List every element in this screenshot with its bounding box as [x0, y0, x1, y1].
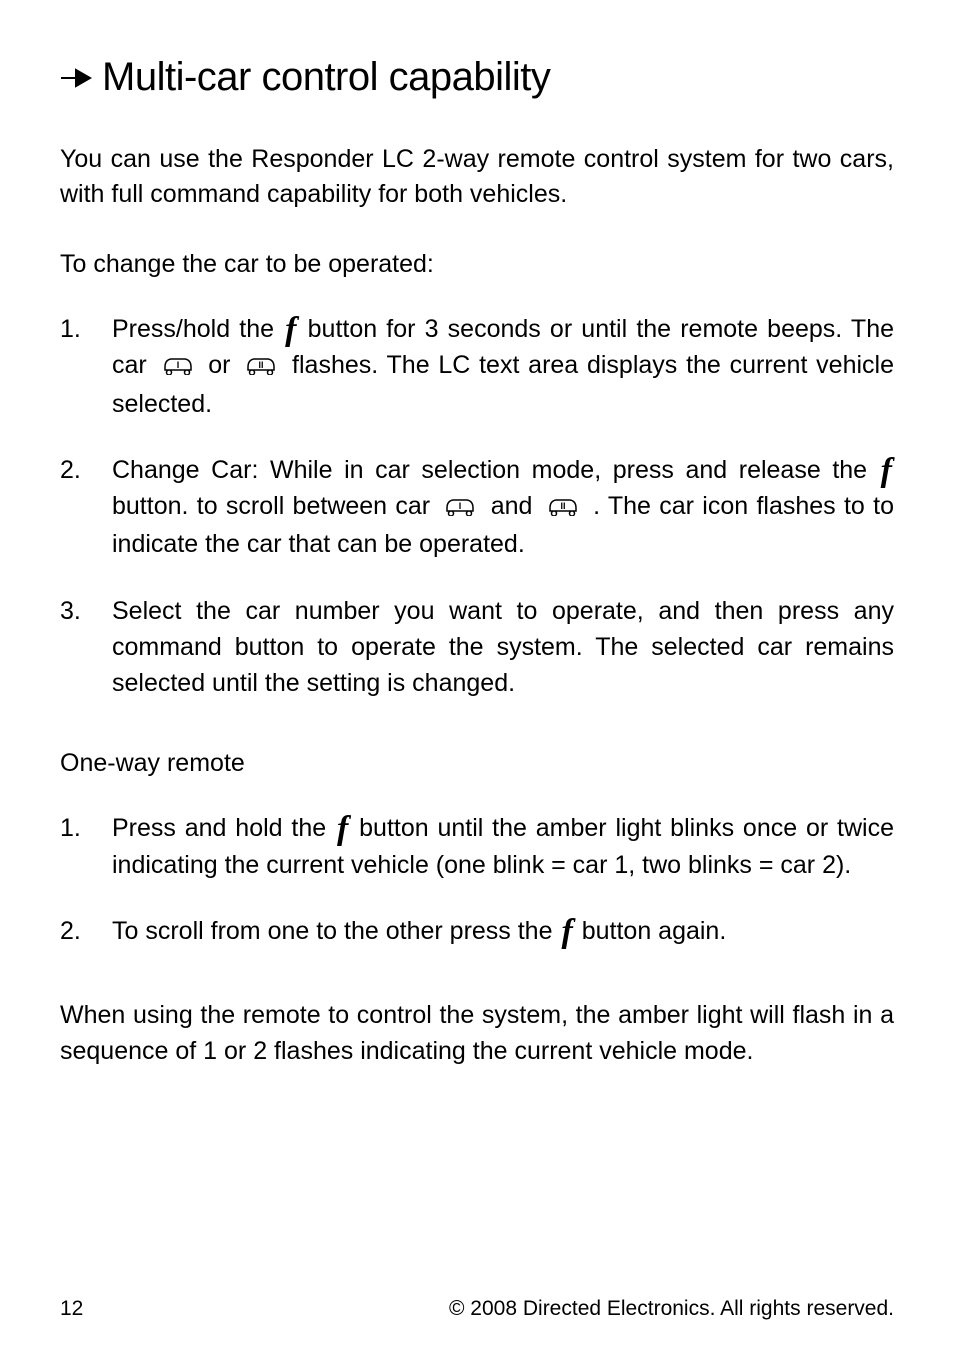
list-item: 2. Change Car: While in car selection mo… — [60, 452, 894, 563]
step-body: Change Car: While in car selection mode,… — [112, 452, 894, 563]
arrow-right-icon — [60, 67, 92, 89]
svg-text:II: II — [259, 360, 264, 370]
svg-text:I: I — [459, 501, 462, 511]
one-way-steps: 1. Press and hold the f button until the… — [60, 810, 894, 949]
car-two-icon: II — [242, 349, 280, 385]
car-two-icon: II — [544, 490, 582, 526]
step-body: Press and hold the f button until the am… — [112, 810, 894, 883]
list-item: 2. To scroll from one to the other press… — [60, 913, 894, 949]
closing-paragraph: When using the remote to control the sys… — [60, 997, 894, 1070]
svg-text:I: I — [176, 360, 179, 370]
subheading-change-car: To change the car to be operated: — [60, 250, 894, 279]
copyright-text: © 2008 Directed Electronics. All rights … — [449, 1297, 894, 1321]
page-footer: 12 © 2008 Directed Electronics. All righ… — [60, 1297, 894, 1321]
step-number: 3. — [60, 593, 112, 702]
step-number: 1. — [60, 810, 112, 883]
step-number: 2. — [60, 913, 112, 949]
change-car-steps: 1. Press/hold the f button for 3 seconds… — [60, 311, 894, 701]
page-number: 12 — [60, 1297, 83, 1321]
car-one-icon: I — [441, 490, 479, 526]
intro-paragraph: You can use the Responder LC 2-way remot… — [60, 142, 894, 212]
list-item: 1. Press and hold the f button until the… — [60, 810, 894, 883]
list-item: 3. Select the car number you want to ope… — [60, 593, 894, 702]
title-text: Multi-car control capability — [102, 55, 550, 100]
list-item: 1. Press/hold the f button for 3 seconds… — [60, 311, 894, 422]
subheading-one-way: One-way remote — [60, 749, 894, 778]
step-number: 1. — [60, 311, 112, 422]
car-one-icon: I — [159, 349, 197, 385]
step-body: Select the car number you want to operat… — [112, 593, 894, 702]
page-title: Multi-car control capability — [60, 55, 894, 100]
step-body: Press/hold the f button for 3 seconds or… — [112, 311, 894, 422]
svg-text:II: II — [560, 501, 565, 511]
step-number: 2. — [60, 452, 112, 563]
step-body: To scroll from one to the other press th… — [112, 913, 894, 949]
